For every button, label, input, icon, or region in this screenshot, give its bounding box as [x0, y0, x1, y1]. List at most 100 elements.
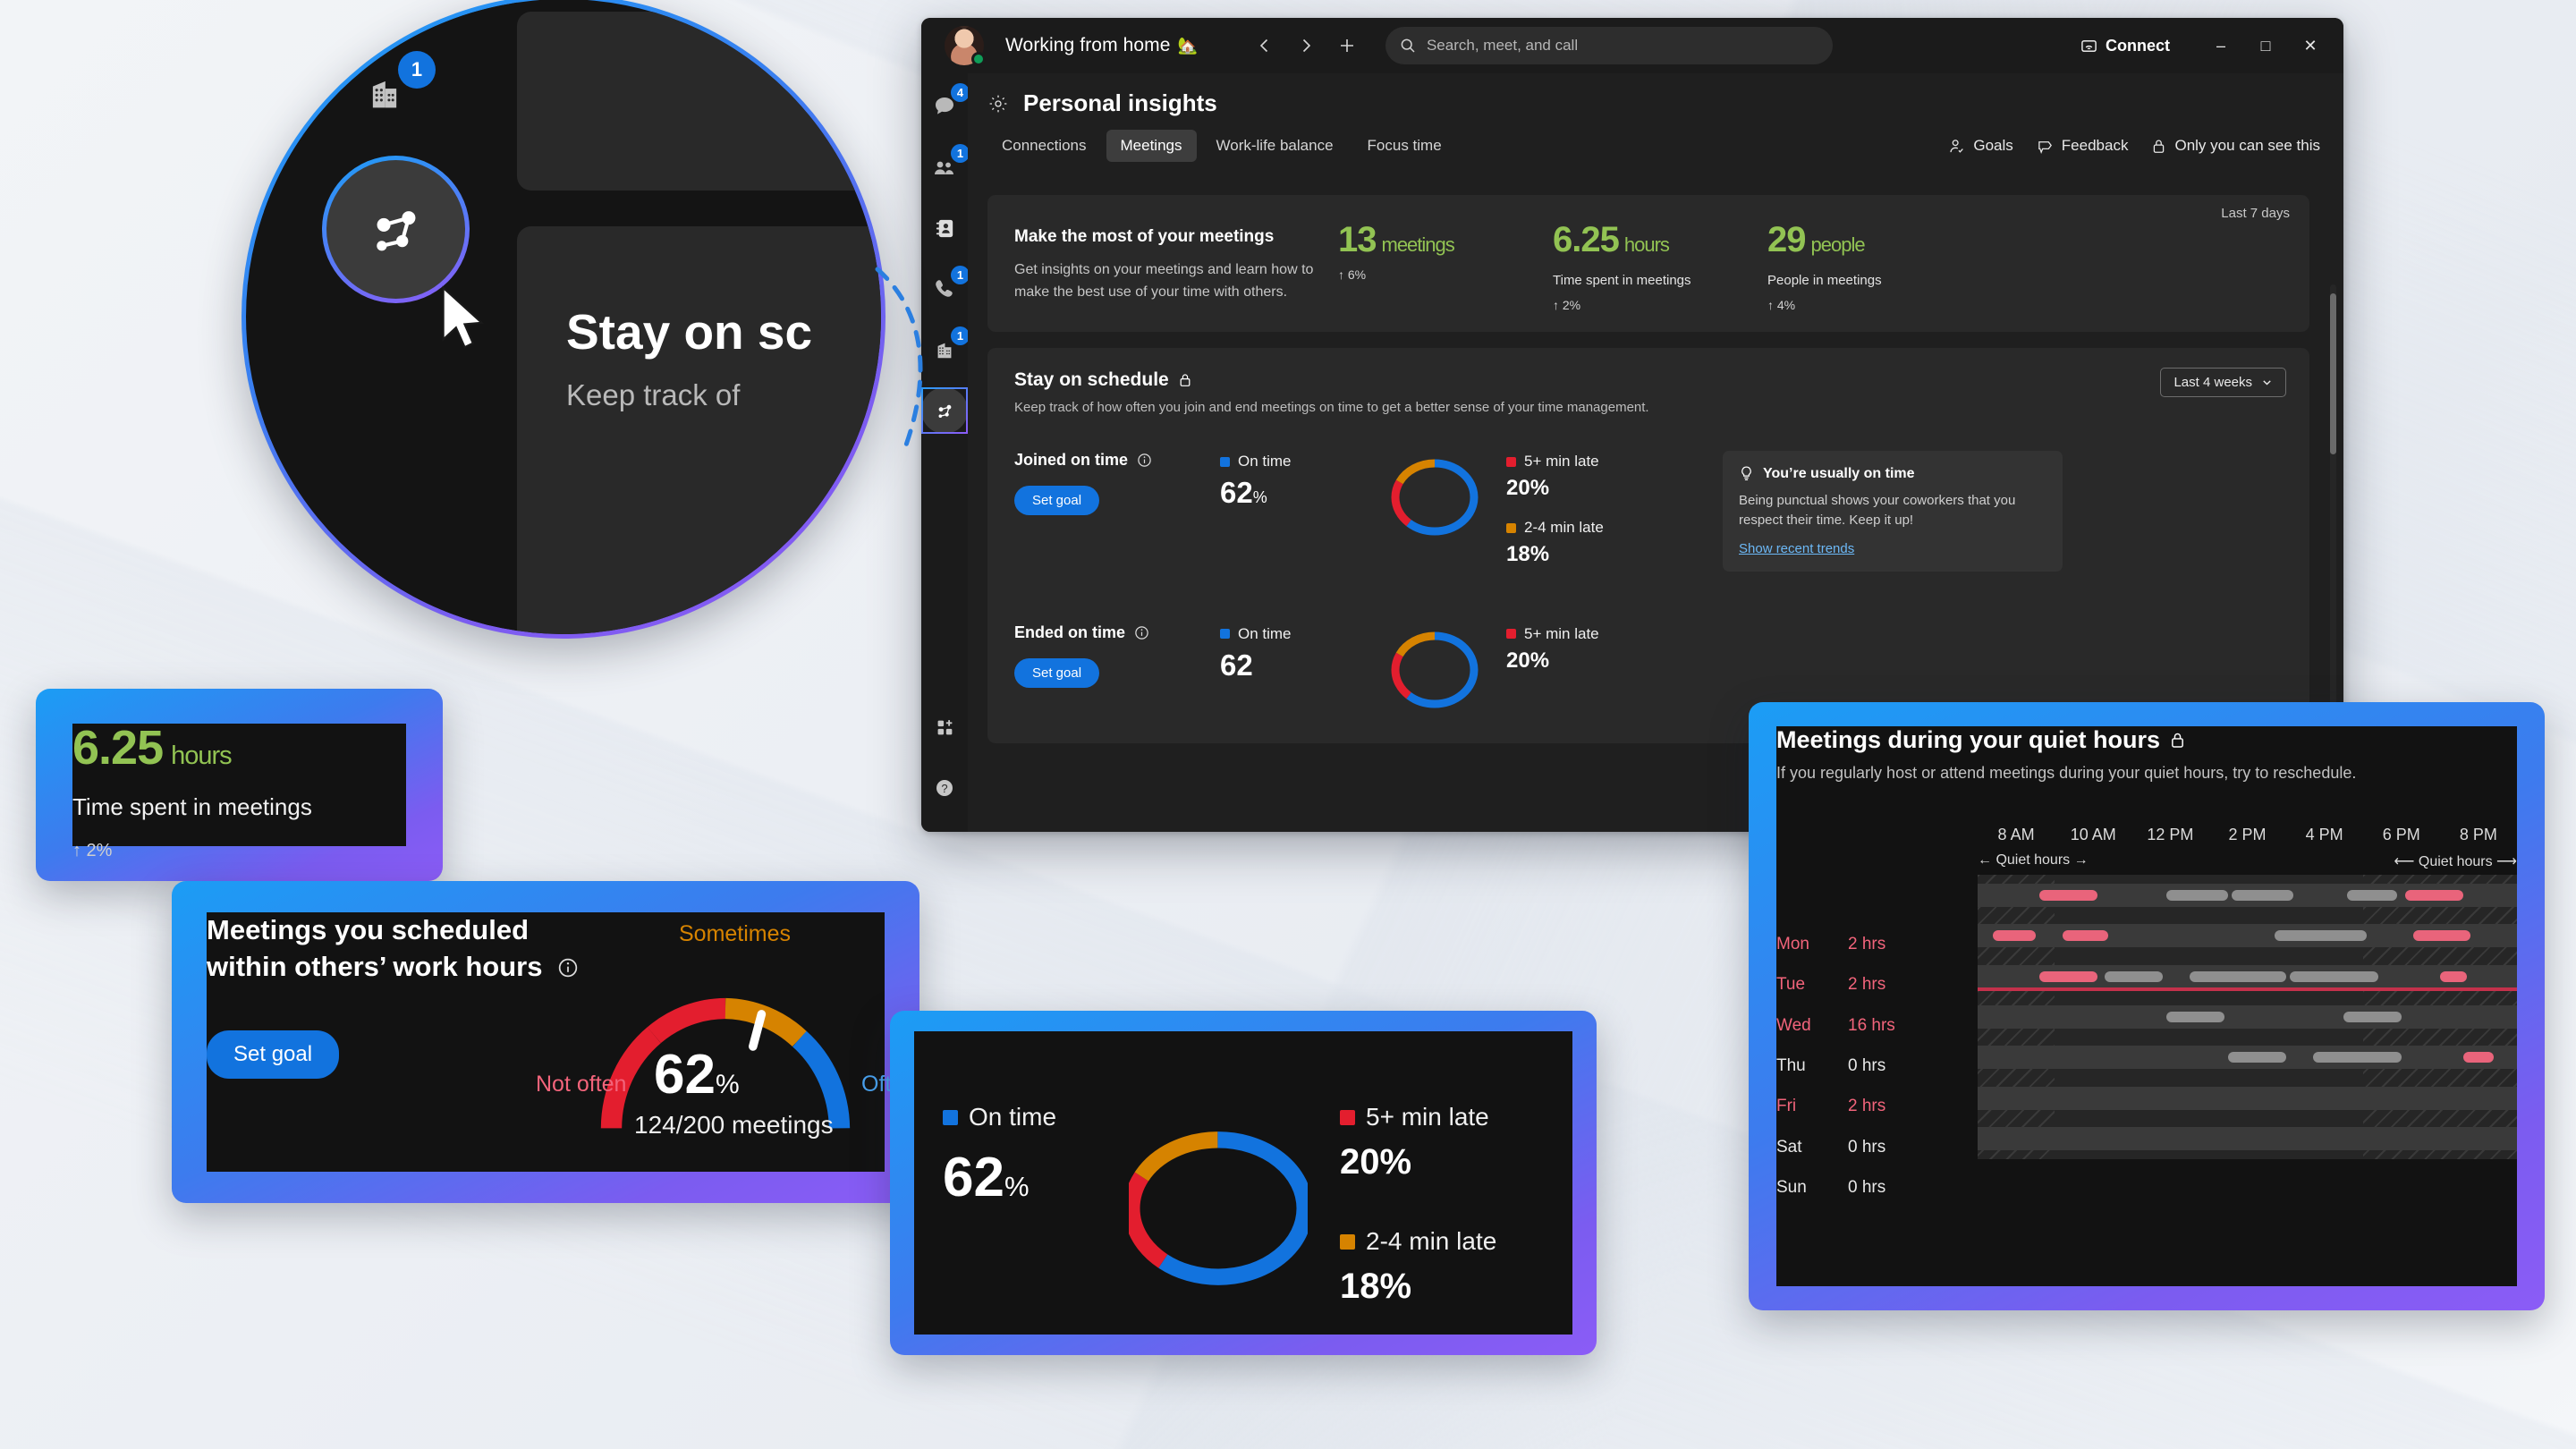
quiet-subtitle: If you regularly host or attend meetings…: [1776, 764, 2357, 782]
ended-on-time-left: Ended on time Set goal: [1014, 623, 1220, 688]
tabs-bar: Connections Meetings Work-life balance F…: [968, 117, 2343, 162]
magnified-schedule-panel: Stay on sc Keep track of: [517, 226, 881, 634]
sidebar-item-calendar[interactable]: 1: [924, 326, 970, 370]
search-input[interactable]: Search, meet, and call: [1385, 27, 1833, 64]
ended-on-time-title: Ended on time: [1014, 623, 1126, 641]
new-button[interactable]: [1330, 29, 1364, 63]
connect-button[interactable]: Connect: [2068, 31, 2182, 61]
kpi-hours-delta: ↑ 2%: [1553, 298, 1581, 312]
timeline-meeting-block[interactable]: [1993, 930, 2036, 942]
app-rail: 4 1 1 1 ?: [921, 73, 970, 832]
joined-ontime-suffix: %: [1252, 488, 1267, 506]
timeline-day-strip: [1978, 1086, 2517, 1110]
joined-late24-value: 18%: [1506, 542, 1550, 566]
timeline-meeting-block[interactable]: [2405, 889, 2463, 901]
timeline-meeting-block[interactable]: [2232, 889, 2294, 901]
callout-card-work-hours-gauge: Meetings you scheduled within others’ wo…: [172, 881, 919, 1203]
gauge-value-wrap: 62%: [654, 1043, 740, 1106]
range-selector[interactable]: Last 4 weeks: [2160, 368, 2286, 397]
kpi-people: 29 people People in meetings ↑ 4%: [1767, 218, 1962, 312]
donut-ontime-value: 62: [943, 1147, 1004, 1208]
timeline-meeting-block[interactable]: [2038, 889, 2097, 901]
apps-add-icon: [937, 720, 953, 735]
stay-on-schedule-card: Last 4 weeks Stay on schedule Keep track…: [987, 348, 2309, 743]
timeline-meeting-block[interactable]: [2227, 1052, 2286, 1063]
ended-on-time-donut: [1391, 631, 1479, 708]
timeline-row-label: Wed 16 hrs: [1776, 1005, 1964, 1046]
timeline-meeting-block[interactable]: [2412, 930, 2471, 942]
ended-late5-value: 20%: [1506, 648, 1550, 673]
magnified-subtitle: Keep track of: [566, 378, 741, 411]
magnified-rail: 1: [264, 0, 517, 634]
schedule-subtitle: Keep track of how often you join and end…: [1014, 400, 1649, 415]
forward-button[interactable]: [1289, 29, 1323, 63]
timeline-day-strip: [1978, 1127, 2517, 1151]
timeline-day-strip: [1978, 1005, 2517, 1029]
quiet-hours-day-labels: Mon 2 hrs Tue 2 hrs Wed 16 hrs Thu 0 hrs Fri 2 hr…: [1776, 924, 1964, 1208]
timeline-meeting-block[interactable]: [2439, 970, 2467, 982]
avatar[interactable]: [945, 26, 986, 66]
quiet-hours-timeline: [1978, 875, 2517, 1159]
joined-late5-value: 20%: [1506, 476, 1550, 500]
callout-hours-unit: hours: [171, 741, 233, 770]
goals-button[interactable]: Goals: [1948, 137, 2013, 155]
tab-focus-time[interactable]: Focus time: [1353, 130, 1456, 162]
timeline-day-strip: [1978, 964, 2517, 988]
timeline-meeting-block[interactable]: [2166, 889, 2228, 901]
tip-body: Being punctual shows your coworkers that…: [1739, 493, 2016, 528]
sidebar-item-calls[interactable]: 1: [924, 266, 970, 309]
magnified-insights-button[interactable]: [322, 156, 470, 303]
ended-legend-right: 5+ min late 20%: [1506, 623, 1685, 674]
timeline-meeting-block[interactable]: [2343, 1012, 2402, 1022]
close-button[interactable]: ✕: [2290, 28, 2331, 64]
sidebar-item-insights[interactable]: [921, 387, 968, 434]
status-message[interactable]: Working from home: [1005, 35, 1171, 56]
sidebar-item-help[interactable]: ?: [924, 767, 965, 809]
sidebar-item-teams[interactable]: 1: [924, 144, 970, 188]
mouse-pointer-icon: [442, 285, 485, 349]
scrollbar-thumb[interactable]: [2330, 293, 2336, 454]
callout-hours-value: 6.25: [72, 721, 164, 775]
timeline-meeting-block[interactable]: [2274, 930, 2367, 942]
legend-swatch-late24-3: [1340, 1233, 1355, 1250]
timeline-meeting-block[interactable]: [2347, 889, 2398, 901]
timeline-meeting-block[interactable]: [2038, 970, 2097, 982]
timeline-meeting-block[interactable]: [2312, 1052, 2402, 1063]
set-goal-button[interactable]: Set goal: [1014, 486, 1100, 515]
back-button[interactable]: [1248, 29, 1282, 63]
title-bar: Working from home 🏡 Search, meet, and ca…: [921, 18, 2343, 73]
timeline-meeting-block[interactable]: [2105, 970, 2163, 982]
maximize-button[interactable]: □: [2245, 28, 2286, 64]
show-recent-trends-link[interactable]: Show recent trends: [1739, 541, 1854, 556]
timeline-day-name: Wed: [1776, 1015, 1811, 1035]
tab-work-life-balance[interactable]: Work-life balance: [1202, 130, 1348, 162]
joined-legend-left: On time 62%: [1220, 451, 1390, 510]
sidebar-item-contacts[interactable]: [924, 208, 965, 249]
timeline-day-strip: [1978, 924, 2517, 948]
set-goal-button-ended[interactable]: Set goal: [1014, 657, 1100, 688]
tab-connections[interactable]: Connections: [987, 130, 1101, 162]
hero-period: Last 7 days: [2221, 206, 2290, 221]
minimize-button[interactable]: –: [2200, 28, 2241, 64]
gauge-set-goal-button[interactable]: Set goal: [207, 1030, 340, 1079]
donut-ontime-label: On time: [969, 1103, 1057, 1131]
timeline-day-hours: 0 hrs: [1848, 1055, 1886, 1075]
info-icon: [1135, 625, 1148, 640]
timeline-meeting-block[interactable]: [2462, 1052, 2495, 1063]
legend-swatch-ontime: [1220, 456, 1230, 467]
joined-late5-label: 5+ min late: [1524, 453, 1599, 470]
tab-meetings[interactable]: Meetings: [1106, 130, 1197, 162]
timeline-meeting-block[interactable]: [2062, 930, 2109, 942]
timeline-day-name: Fri: [1776, 1097, 1797, 1116]
callout-card-quiet-hours: Meetings during your quiet hours If you …: [1749, 702, 2545, 1310]
timeline-day-hours: 0 hrs: [1848, 1137, 1886, 1157]
feedback-button[interactable]: Feedback: [2037, 137, 2128, 155]
sidebar-item-chat[interactable]: 4: [924, 83, 970, 127]
axis-tick-5: 6 PM: [2382, 826, 2420, 843]
timeline-meeting-block[interactable]: [2189, 970, 2286, 982]
sidebar-item-apps[interactable]: [924, 707, 965, 748]
chat-badge: 4: [951, 83, 970, 102]
timeline-meeting-block[interactable]: [2166, 1012, 2224, 1022]
timeline-meeting-block[interactable]: [2289, 970, 2378, 982]
donut-late24-label: 2-4 min late: [1366, 1227, 1497, 1255]
